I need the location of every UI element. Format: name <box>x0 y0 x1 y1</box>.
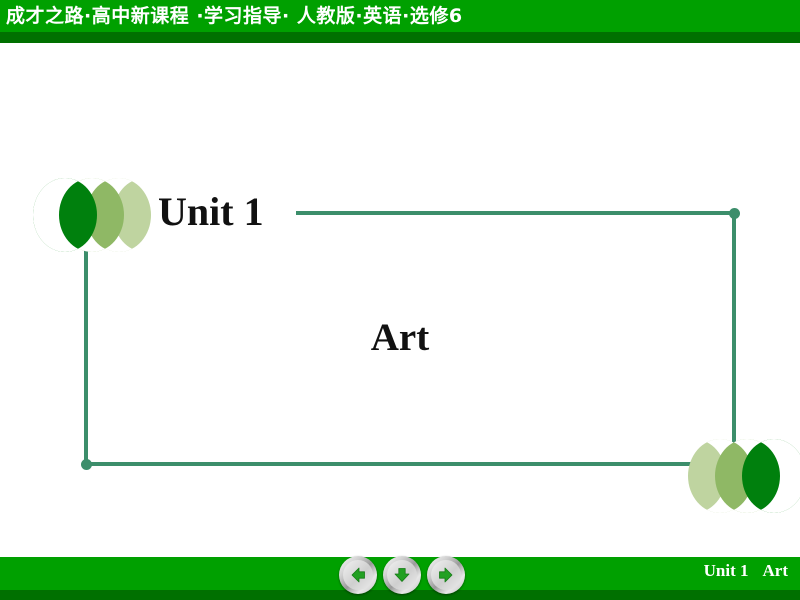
header-band-shadow <box>0 32 800 43</box>
chevron-crescent-dark-icon <box>742 439 800 513</box>
frame-top-line <box>296 211 736 215</box>
left-chevron-decoration <box>33 178 151 252</box>
next-slide-button[interactable] <box>427 556 465 594</box>
frame-dot-bottom-left <box>81 459 92 470</box>
header-title: 成才之路·高中新课程 ·学习指导· 人教版·英语·选修6 <box>6 5 463 27</box>
footer-subject-label: Art <box>762 561 788 580</box>
previous-slide-button[interactable] <box>339 556 377 594</box>
chevron-crescent-dark-icon <box>33 178 97 252</box>
frame-dot-top-right <box>729 208 740 219</box>
unit-title: Unit 1 <box>158 189 264 234</box>
home-slide-button[interactable] <box>383 556 421 594</box>
navigation-buttons <box>339 556 467 598</box>
right-chevron-decoration <box>688 439 800 513</box>
subject-title: Art <box>370 316 430 359</box>
arrow-left-icon <box>343 560 373 590</box>
slide-canvas: Unit 1 Art <box>0 43 800 557</box>
footer-label: Unit 1 Art <box>704 561 788 581</box>
frame-bottom-line <box>84 462 692 466</box>
arrow-right-icon <box>431 560 461 590</box>
arrow-down-icon <box>387 560 417 590</box>
footer-unit-label: Unit 1 <box>703 561 749 580</box>
